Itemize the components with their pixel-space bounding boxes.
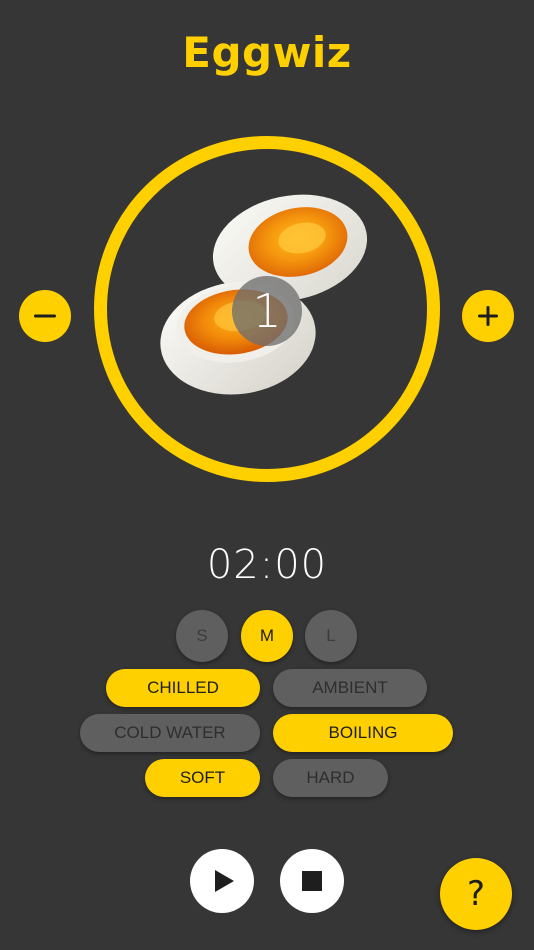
play-button[interactable] [190,849,254,913]
play-icon [215,870,234,892]
help-button[interactable]: ? [440,858,512,930]
cold-water-toggle[interactable]: COLD WATER [80,714,260,752]
boiling-toggle[interactable]: BOILING [273,714,453,752]
egg-count-badge: 1 [232,276,302,346]
stop-button[interactable] [280,849,344,913]
decrease-eggs-button[interactable] [19,290,71,342]
countdown-timer: 02:00 [206,542,328,588]
size-large-button[interactable]: L [305,610,357,662]
app-title: Eggwiz [182,28,352,77]
plus-icon [478,306,498,326]
size-medium-button[interactable]: M [241,610,293,662]
soft-toggle[interactable]: SOFT [145,759,260,797]
stop-icon [302,871,322,891]
ambient-toggle[interactable]: AMBIENT [273,669,427,707]
hard-toggle[interactable]: HARD [273,759,388,797]
chilled-toggle[interactable]: CHILLED [106,669,260,707]
size-small-button[interactable]: S [176,610,228,662]
minus-icon [34,314,56,318]
increase-eggs-button[interactable] [462,290,514,342]
